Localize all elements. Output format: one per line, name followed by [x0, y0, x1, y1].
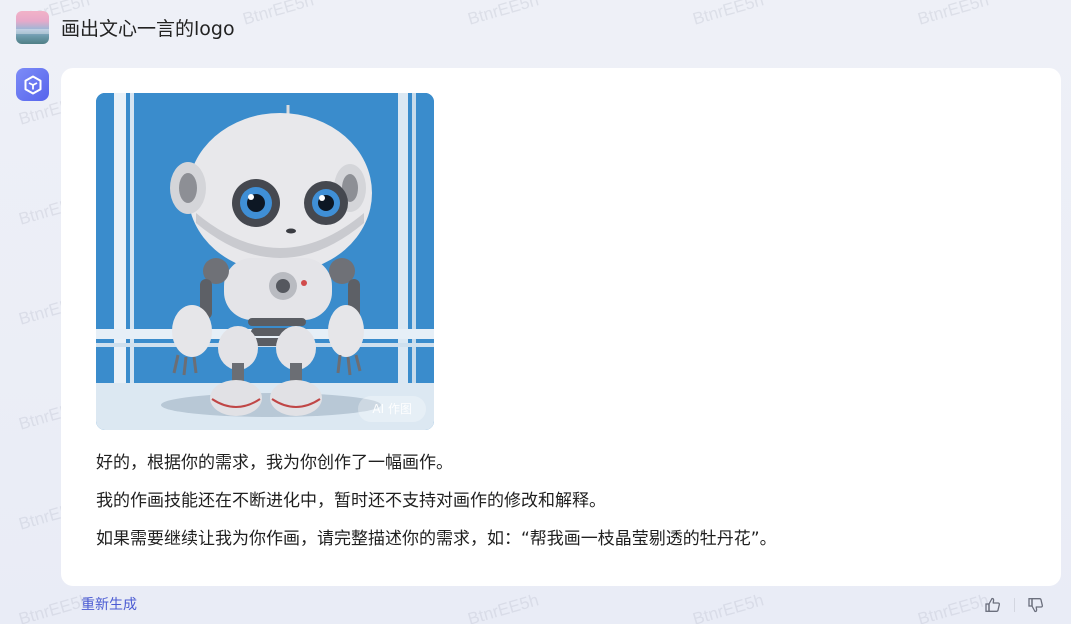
thumbs-down-icon[interactable]: [1025, 594, 1047, 616]
feedback-actions: [982, 594, 1047, 616]
regenerate-button[interactable]: 重新生成: [81, 594, 137, 614]
user-message-row: 画出文心一言的logo: [16, 10, 235, 44]
bot-message-card: AI 作图 好的，根据你的需求，我为你创作了一幅画作。 我的作画技能还在不断进化…: [61, 68, 1061, 586]
user-avatar: [16, 10, 49, 44]
robot-illustration: [96, 93, 434, 430]
bot-reply-text: 好的，根据你的需求，我为你创作了一幅画作。 我的作画技能还在不断进化中，暂时还不…: [96, 453, 1016, 567]
watermark: BtnrEE5h: [915, 590, 991, 624]
watermark: BtnrEE5h: [240, 0, 316, 29]
watermark: BtnrEE5h: [465, 0, 541, 29]
watermark: BtnrEE5h: [915, 0, 991, 29]
bot-avatar: [16, 68, 49, 101]
ai-image-badge: AI 作图: [358, 396, 426, 422]
reply-paragraph: 好的，根据你的需求，我为你创作了一幅画作。: [96, 453, 453, 473]
watermark: BtnrEE5h: [690, 590, 766, 624]
thumbs-up-icon[interactable]: [982, 594, 1004, 616]
reply-paragraph: 我的作画技能还在不断进化中，暂时还不支持对画作的修改和解释。: [96, 491, 606, 511]
reply-paragraph: 如果需要继续让我为你作画，请完整描述你的需求，如：“帮我画一枝晶莹剔透的牡丹花”…: [96, 529, 777, 549]
watermark: BtnrEE5h: [465, 590, 541, 624]
divider: [1014, 598, 1015, 612]
watermark: BtnrEE5h: [690, 0, 766, 29]
cube-logo-icon: [24, 75, 41, 94]
generated-robot-image[interactable]: AI 作图: [96, 93, 434, 430]
user-message-text: 画出文心一言的logo: [61, 17, 235, 40]
